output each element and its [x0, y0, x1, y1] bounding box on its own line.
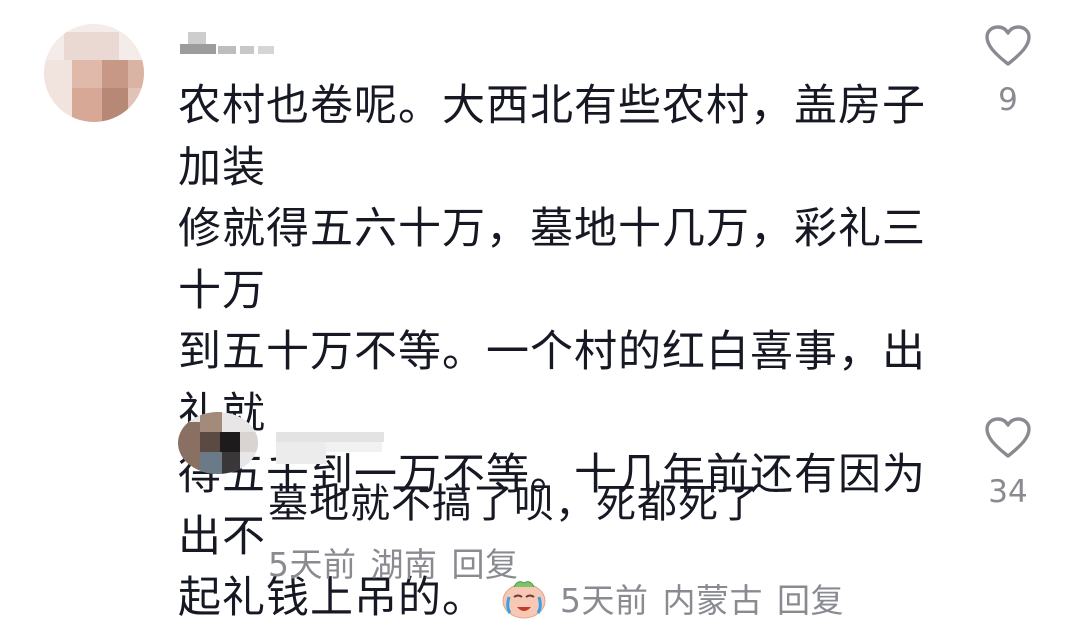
like-count: 34: [988, 474, 1028, 510]
comment-text-line: 修就得五六十万，墓地十几万，彩礼三十万: [178, 204, 926, 316]
comment-location: 内蒙古: [662, 581, 763, 620]
heart-icon[interactable]: [984, 24, 1032, 68]
avatar[interactable]: [178, 412, 258, 474]
heart-icon[interactable]: [984, 416, 1032, 460]
reply-location: 湖南: [370, 545, 438, 584]
username[interactable]: [276, 428, 386, 468]
like-control: 9: [968, 24, 1048, 118]
reply-meta: 5天前 湖南 回复: [268, 538, 533, 586]
reply-time: 5天前: [268, 545, 357, 584]
like-control: 34: [968, 416, 1048, 510]
username[interactable]: [180, 26, 300, 60]
comment-time: 5天前: [560, 581, 649, 620]
reply-button[interactable]: 回复: [452, 545, 519, 584]
comment-text-line: 到五十万不等。一个村的红白喜事，出礼就: [178, 327, 926, 439]
reply-text: 墓地就不搞了呗，死都死了: [268, 481, 760, 527]
like-count: 9: [998, 82, 1018, 118]
reply-button[interactable]: 回复: [777, 581, 844, 620]
comment-text-line: 农村也卷呢。大西北有些农村，盖房子加装: [178, 81, 926, 193]
comment-meta: 5天前 内蒙古 回复: [560, 581, 858, 620]
avatar[interactable]: [44, 24, 144, 122]
